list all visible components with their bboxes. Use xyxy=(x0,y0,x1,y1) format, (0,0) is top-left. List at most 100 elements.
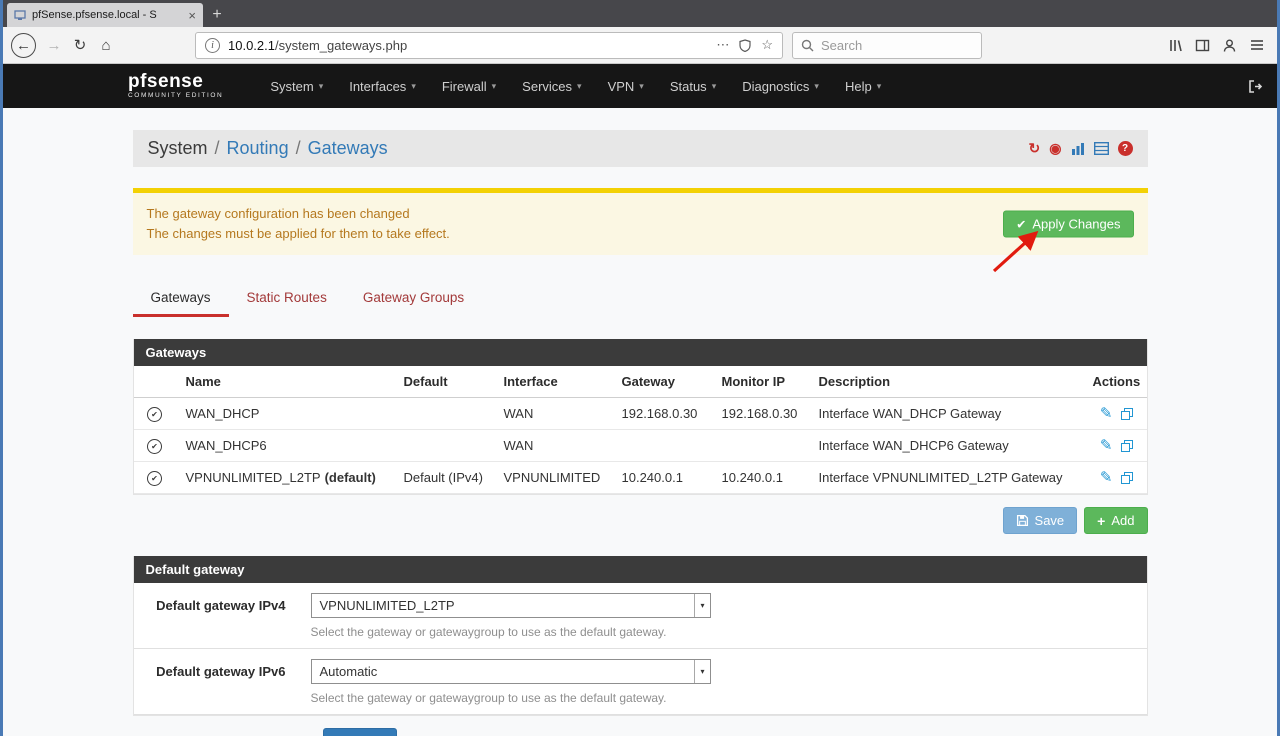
page-shortcut-icons: ↻ ◉ ? xyxy=(1029,140,1133,157)
cell-name: WAN_DHCP6 xyxy=(176,430,394,462)
tab-gateways[interactable]: Gateways xyxy=(133,281,229,317)
chevron-down-icon: ▾ xyxy=(492,81,497,92)
copy-icon[interactable] xyxy=(1121,472,1133,484)
col-actions: Actions xyxy=(1083,366,1147,398)
nav-item-status[interactable]: Status▾ xyxy=(657,79,729,94)
page-actions-icon[interactable]: ⋯ xyxy=(716,37,729,53)
gateway-enabled-icon: ✔ xyxy=(147,407,162,422)
nav-item-system[interactable]: System▾ xyxy=(257,79,336,94)
menu-icon[interactable] xyxy=(1249,38,1265,52)
add-gateway-button[interactable]: + Add xyxy=(1084,507,1147,534)
cell-gateway xyxy=(612,430,712,462)
edit-icon[interactable]: ✎ xyxy=(1100,406,1113,421)
nav-item-vpn[interactable]: VPN▾ xyxy=(595,79,657,94)
shield-icon[interactable] xyxy=(739,39,751,52)
edit-icon[interactable]: ✎ xyxy=(1100,438,1113,453)
url-actions: ⋯ ☆ xyxy=(716,37,773,53)
table-row: ✔ WAN_DHCP6 WAN Interface WAN_DHCP6 Gate… xyxy=(134,430,1147,462)
log-icon[interactable] xyxy=(1094,142,1109,155)
col-gateway: Gateway xyxy=(612,366,712,398)
cell-name: VPNUNLIMITED_L2TP(default) xyxy=(176,462,394,494)
table-row: ✔ WAN_DHCP WAN 192.168.0.30 192.168.0.30… xyxy=(134,398,1147,430)
nav-item-diagnostics[interactable]: Diagnostics▾ xyxy=(729,79,832,94)
breadcrumb-system: System xyxy=(148,138,208,159)
col-default: Default xyxy=(394,366,494,398)
ipv4-gateway-row: Default gateway IPv4 VPNUNLIMITED_L2TP ▾… xyxy=(134,583,1147,649)
account-icon[interactable] xyxy=(1222,38,1237,53)
save-button[interactable]: Save xyxy=(323,728,398,736)
cell-monitor-ip: 10.240.0.1 xyxy=(712,462,809,494)
apply-changes-alert: The gateway configuration has been chang… xyxy=(133,188,1148,255)
search-placeholder: Search xyxy=(821,38,862,53)
chevron-down-icon: ▾ xyxy=(712,81,717,92)
nav-item-firewall[interactable]: Firewall▾ xyxy=(429,79,509,94)
back-button[interactable]: ← xyxy=(11,33,36,58)
tab-close-icon[interactable]: × xyxy=(188,9,196,22)
table-header-row: Name Default Interface Gateway Monitor I… xyxy=(134,366,1147,398)
cell-gateway: 10.240.0.1 xyxy=(612,462,712,494)
logout-icon[interactable] xyxy=(1247,79,1263,94)
breadcrumb: System / Routing / Gateways ↻ ◉ ? xyxy=(133,130,1148,167)
bookmark-star-icon[interactable]: ☆ xyxy=(761,37,773,53)
cell-default xyxy=(394,430,494,462)
cell-default: Default (IPv4) xyxy=(394,462,494,494)
browser-toolbar: ← → ↻ ⌂ i 10.0.2.1/system_gateways.php ⋯… xyxy=(3,27,1277,64)
ipv4-gateway-label: Default gateway IPv4 xyxy=(134,593,311,639)
status-icon[interactable]: ◉ xyxy=(1049,140,1061,157)
chevron-down-icon: ▾ xyxy=(319,81,324,92)
table-row: ✔ VPNUNLIMITED_L2TP(default) Default (IP… xyxy=(134,462,1147,494)
chevron-down-icon: ▾ xyxy=(694,594,709,617)
home-button[interactable]: ⌂ xyxy=(93,32,119,58)
default-gateway-panel: Default gateway Default gateway IPv4 VPN… xyxy=(133,556,1148,716)
help-icon[interactable]: ? xyxy=(1118,141,1133,156)
nav-item-services[interactable]: Services▾ xyxy=(509,79,594,94)
chevron-down-icon: ▾ xyxy=(694,660,709,683)
refresh-icon[interactable]: ↻ xyxy=(1029,140,1041,157)
gateways-table: Name Default Interface Gateway Monitor I… xyxy=(134,366,1147,494)
breadcrumb-routing[interactable]: Routing xyxy=(227,138,289,159)
tab-gateway-groups[interactable]: Gateway Groups xyxy=(345,281,482,317)
page-tabs: Gateways Static Routes Gateway Groups xyxy=(133,281,1148,317)
monitor-graph-icon[interactable] xyxy=(1071,142,1085,155)
forward-button[interactable]: → xyxy=(41,32,67,58)
col-name: Name xyxy=(176,366,394,398)
tab-static-routes[interactable]: Static Routes xyxy=(229,281,345,317)
reload-button[interactable]: ↻ xyxy=(67,32,93,58)
cell-monitor-ip: 192.168.0.30 xyxy=(712,398,809,430)
copy-icon[interactable] xyxy=(1121,440,1133,452)
site-info-icon[interactable]: i xyxy=(205,38,220,53)
plus-icon: + xyxy=(1097,514,1105,528)
pfsense-logo[interactable]: pfsense COMMUNITY EDITION xyxy=(128,72,223,100)
sidebar-icon[interactable] xyxy=(1195,38,1210,53)
library-icon[interactable] xyxy=(1168,38,1183,53)
col-description: Description xyxy=(809,366,1083,398)
breadcrumb-gateways[interactable]: Gateways xyxy=(308,138,388,159)
nav-item-help[interactable]: Help▾ xyxy=(832,79,894,94)
apply-changes-button[interactable]: ✔ Apply Changes xyxy=(1003,211,1133,238)
gateway-enabled-icon: ✔ xyxy=(147,471,162,486)
browser-tab[interactable]: pfSense.pfsense.local - S × xyxy=(7,3,203,27)
table-actions: Save + Add xyxy=(133,507,1148,534)
gateway-enabled-icon: ✔ xyxy=(147,439,162,454)
ipv6-gateway-select[interactable]: Automatic ▾ xyxy=(311,659,711,684)
alert-line-1: The gateway configuration has been chang… xyxy=(147,204,1134,224)
nav-item-interfaces[interactable]: Interfaces▾ xyxy=(336,79,429,94)
ipv4-gateway-select[interactable]: VPNUNLIMITED_L2TP ▾ xyxy=(311,593,711,618)
gateways-panel: Gateways Name Default Interface Gateway … xyxy=(133,339,1148,495)
search-bar[interactable]: Search xyxy=(792,32,982,59)
default-gateway-panel-title: Default gateway xyxy=(134,556,1147,583)
edit-icon[interactable]: ✎ xyxy=(1100,470,1113,485)
cell-interface: WAN xyxy=(494,398,612,430)
browser-titlebar: pfSense.pfsense.local - S × + xyxy=(3,0,1277,27)
new-tab-button[interactable]: + xyxy=(203,3,231,27)
cell-gateway: 192.168.0.30 xyxy=(612,398,712,430)
chevron-down-icon: ▾ xyxy=(877,81,882,92)
copy-icon[interactable] xyxy=(1121,408,1133,420)
col-monitor-ip: Monitor IP xyxy=(712,366,809,398)
save-order-button[interactable]: Save xyxy=(1003,507,1078,534)
chevron-down-icon: ▾ xyxy=(814,81,819,92)
cell-description: Interface WAN_DHCP6 Gateway xyxy=(809,430,1083,462)
url-bar[interactable]: i 10.0.2.1/system_gateways.php ⋯ ☆ xyxy=(195,32,783,59)
pfsense-nav-items: System▾ Interfaces▾ Firewall▾ Services▾ … xyxy=(257,79,894,94)
toolbar-right xyxy=(1168,38,1269,53)
